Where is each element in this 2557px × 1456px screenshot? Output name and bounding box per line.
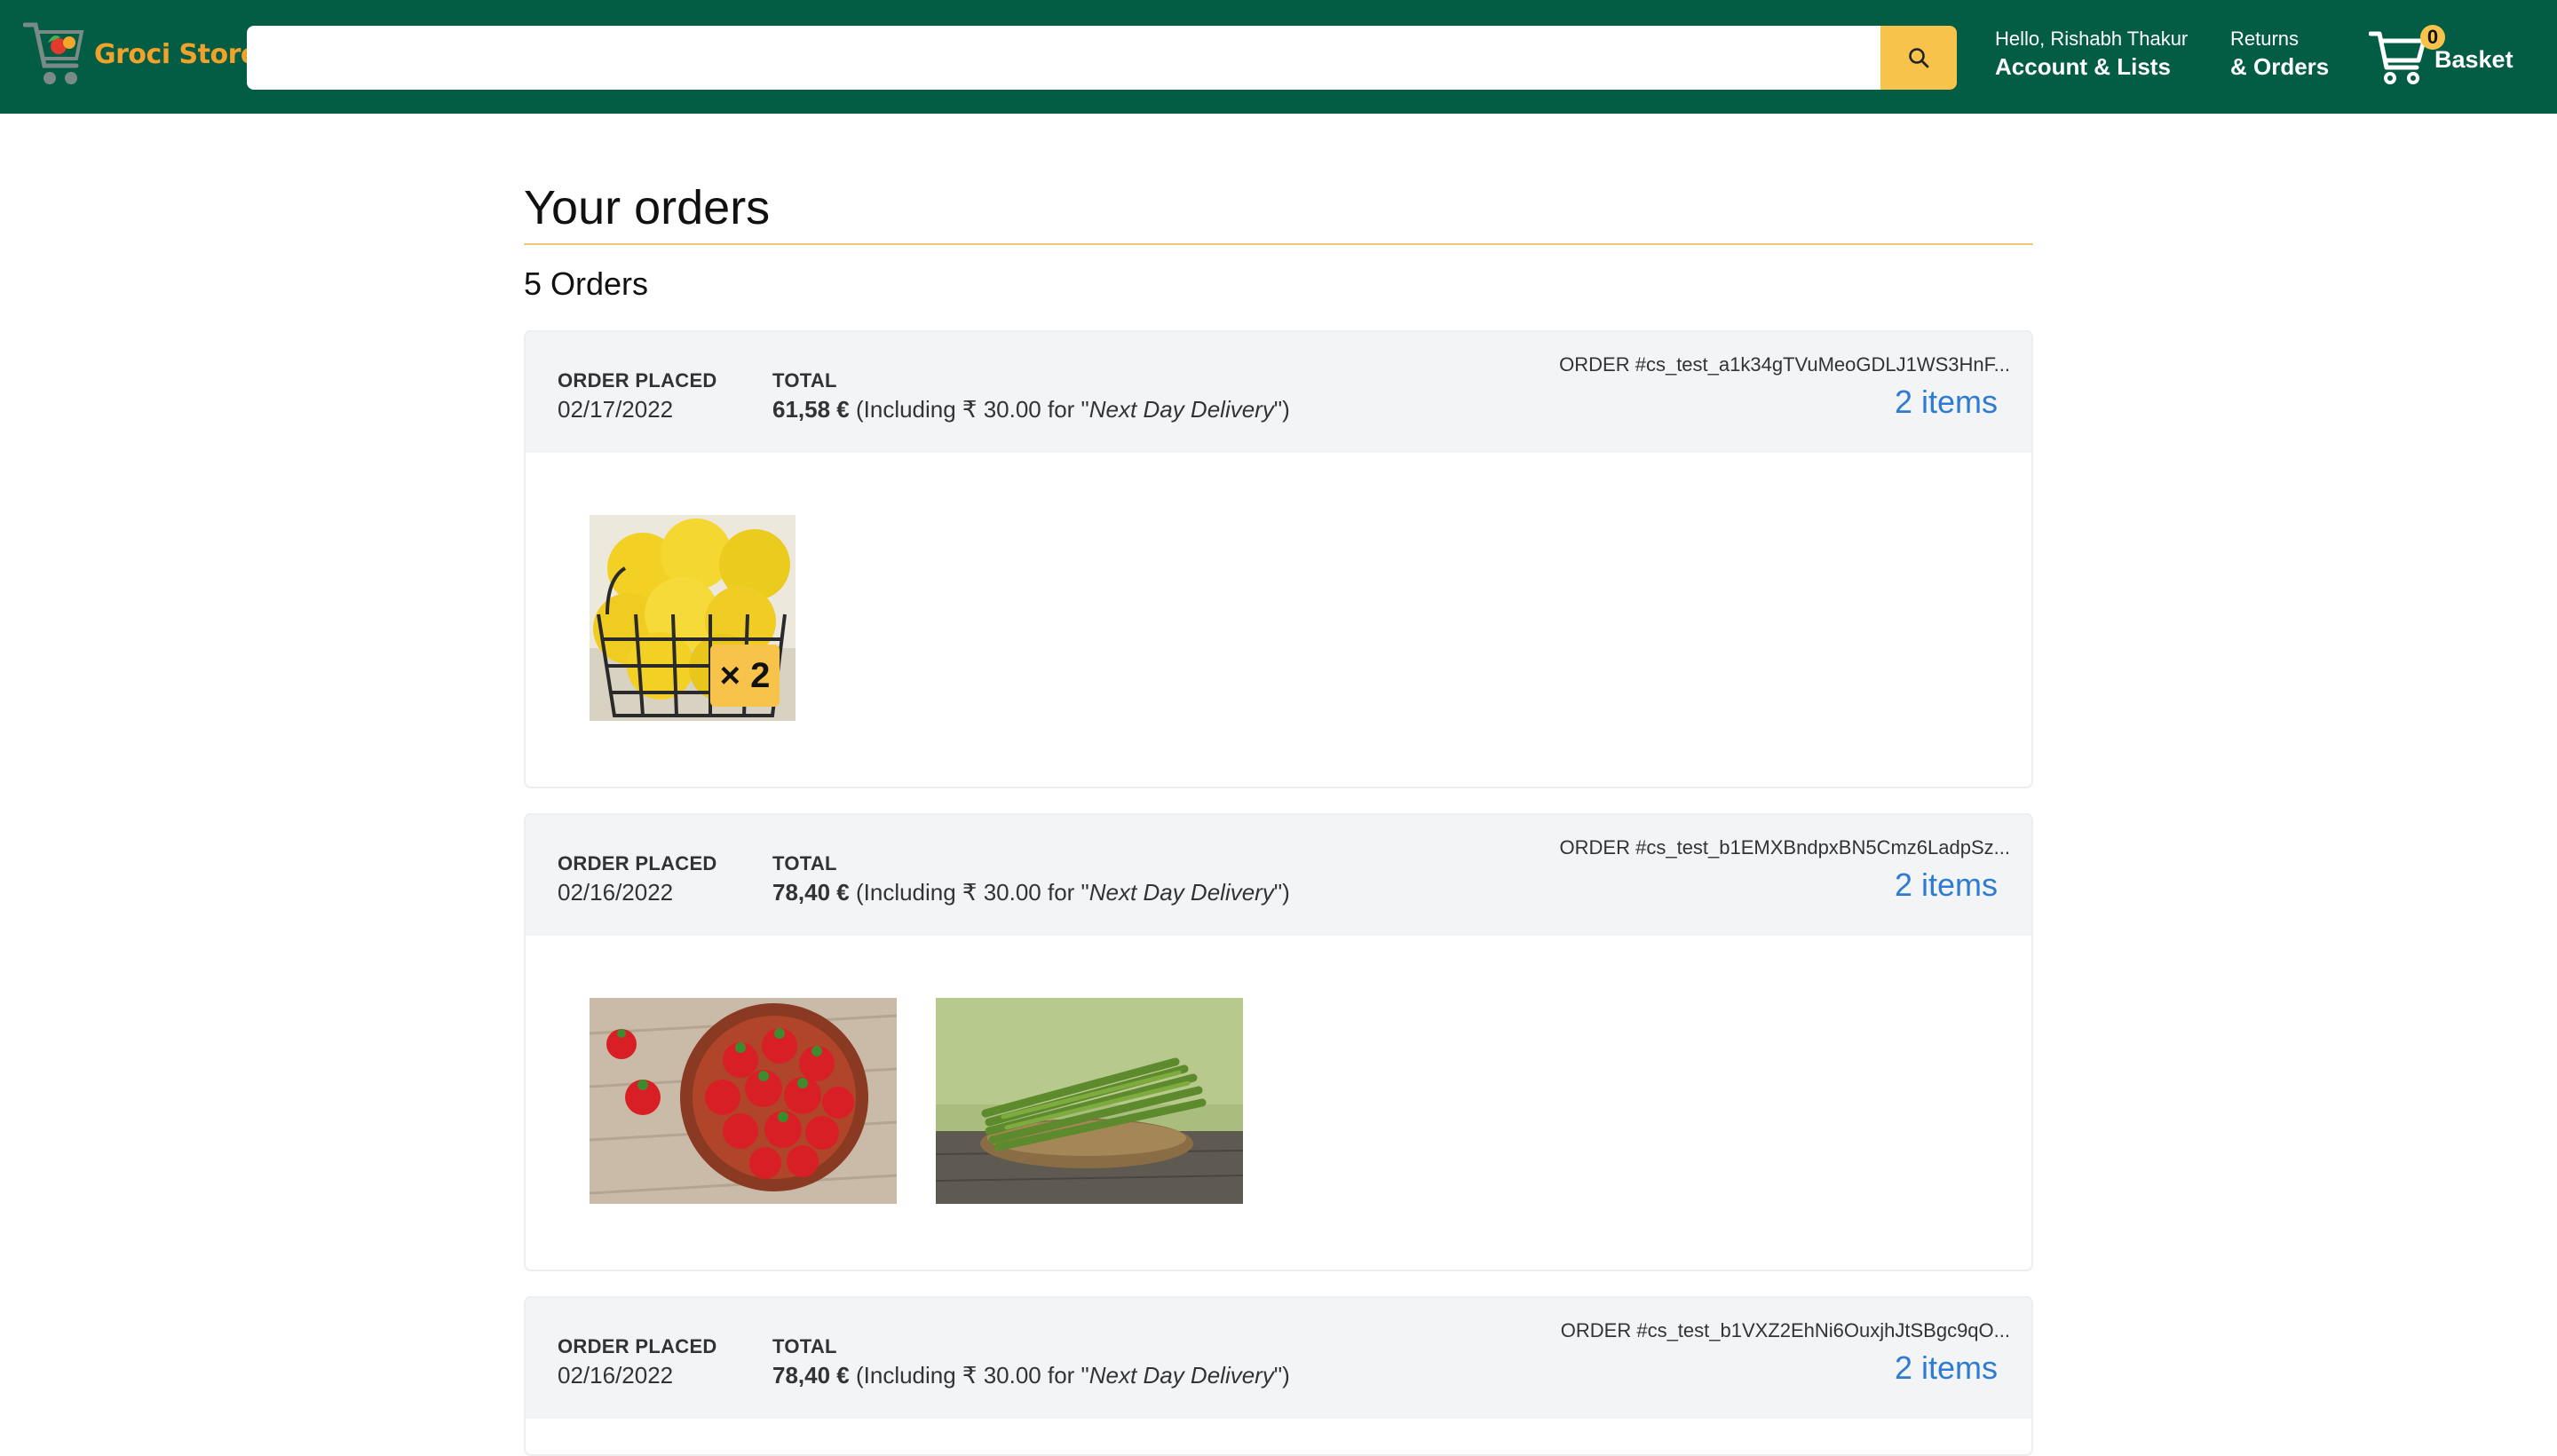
order-placed-label: ORDER PLACED (558, 369, 717, 392)
order-total-value: 78,40 € (Including ₹ 30.00 for "Next Day… (772, 1362, 1290, 1389)
delivery-method: Next Day Delivery (1089, 879, 1274, 906)
order-total-label: TOTAL (772, 369, 837, 392)
order-id: ORDER #cs_test_b1EMXBndpxBN5Cmz6LadpSz..… (1559, 836, 2010, 859)
order-placed-date: 02/16/2022 (558, 879, 674, 906)
asparagus-image (936, 998, 1243, 1204)
store-logo-text: Groci Store (94, 39, 258, 70)
delivery-method: Next Day Delivery (1089, 396, 1274, 423)
order-card: ORDER PLACED 02/16/2022 TOTAL 78,40 € (I… (524, 1296, 2033, 1456)
basket-button[interactable]: 0 Basket (2369, 23, 2520, 91)
order-card: ORDER PLACED 02/16/2022 TOTAL 78,40 € (I… (524, 813, 2033, 1271)
product-thumbnail-lemons[interactable]: × 2 (590, 515, 796, 721)
order-placed-date: 02/16/2022 (558, 1362, 674, 1389)
order-card: ORDER PLACED 02/17/2022 TOTAL 61,58 € (I… (524, 330, 2033, 788)
order-id: ORDER #cs_test_b1VXZ2EhNi6OuxjhJtSBgc9qO… (1560, 1319, 2010, 1341)
returns-label: Returns (2230, 28, 2300, 50)
order-total-label: TOTAL (772, 1335, 837, 1357)
order-total-label: TOTAL (772, 852, 837, 874)
quantity-badge: × 2 (710, 645, 780, 707)
account-menu[interactable]: Hello, Rishabh Thakur Account & Lists (1995, 27, 2188, 82)
orders-label: & Orders (2230, 53, 2330, 80)
order-items-link[interactable]: 2 items (1895, 866, 1998, 904)
order-items-link[interactable]: 2 items (1895, 384, 1998, 421)
title-divider (524, 243, 2033, 245)
order-products (526, 936, 2031, 1270)
order-total-value: 78,40 € (Including ₹ 30.00 for "Next Day… (772, 879, 1290, 906)
store-logo[interactable]: Groci Store (22, 20, 258, 96)
delivery-method: Next Day Delivery (1089, 1362, 1274, 1389)
order-total-amount: 78,40 € (772, 879, 850, 906)
account-greeting: Hello, Rishabh Thakur (1995, 28, 2189, 50)
order-id: ORDER #cs_test_a1k34gTVuMeoGDLJ1WS3HnF..… (1559, 353, 2010, 376)
returns-orders-link[interactable]: Returns & Orders (2230, 27, 2329, 82)
order-total-note-suffix: ") (1273, 396, 1290, 423)
search-button[interactable] (1880, 26, 1957, 90)
order-placed-date: 02/17/2022 (558, 396, 674, 423)
order-header: ORDER PLACED 02/16/2022 TOTAL 78,40 € (I… (526, 815, 2031, 936)
order-total-note-prefix: (Including ₹ 30.00 for " (849, 879, 1089, 906)
orders-count: 5 Orders (524, 265, 649, 302)
search-icon (1909, 48, 1929, 68)
account-lists-label: Account & Lists (1995, 53, 2171, 80)
order-total-note-suffix: ") (1273, 879, 1290, 906)
order-total-note-suffix: ") (1273, 1362, 1290, 1389)
order-total-note-prefix: (Including ₹ 30.00 for " (849, 1362, 1089, 1389)
orders-page: Your orders 5 Orders (524, 174, 2033, 304)
page-title: Your orders (524, 181, 771, 234)
strawberries-image (590, 998, 897, 1204)
order-total-amount: 61,58 € (772, 396, 850, 423)
search-input[interactable] (247, 26, 1880, 90)
top-navbar: Groci Store Hello, Rishabh Thakur Accoun… (0, 0, 2557, 114)
basket-label: Basket (2434, 46, 2513, 73)
order-header: ORDER PLACED 02/17/2022 TOTAL 61,58 € (I… (526, 332, 2031, 453)
product-thumbnail-asparagus[interactable] (936, 998, 1243, 1204)
order-total-note-prefix: (Including ₹ 30.00 for " (849, 396, 1089, 423)
product-thumbnail-strawberries[interactable] (590, 998, 897, 1204)
order-total-value: 61,58 € (Including ₹ 30.00 for "Next Day… (772, 396, 1290, 423)
order-placed-label: ORDER PLACED (558, 852, 717, 874)
order-total-amount: 78,40 € (772, 1362, 850, 1389)
order-items-link[interactable]: 2 items (1895, 1349, 1998, 1387)
cart-logo-icon (22, 22, 84, 84)
order-products: × 2 (526, 453, 2031, 787)
order-placed-label: ORDER PLACED (558, 1335, 717, 1357)
